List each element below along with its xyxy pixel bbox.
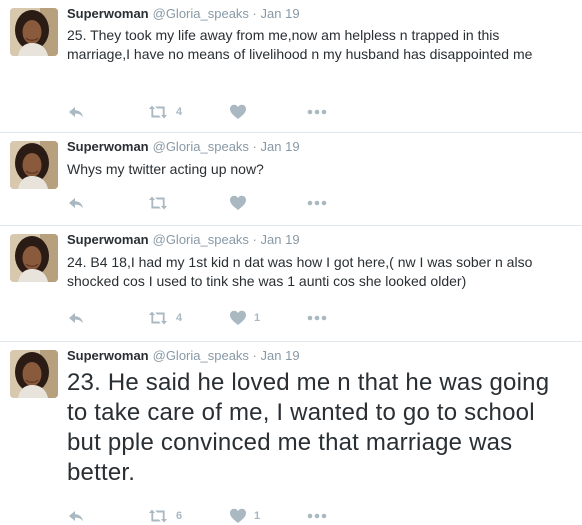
tweet-header: Superwoman @Gloria_speaks · Jan 19 [67,348,300,363]
retweet-button[interactable] [147,194,176,212]
like-button[interactable] [229,194,254,212]
reply-button[interactable] [67,194,85,212]
tweet-4[interactable]: Superwoman @Gloria_speaks · Jan 19 23. He… [0,342,582,522]
separator: · [252,6,257,21]
author-name[interactable]: Superwoman [67,139,149,154]
author-name[interactable]: Superwoman [67,6,149,21]
reply-button[interactable] [67,309,85,327]
more-dots-icon [306,507,328,525]
tweet-1[interactable]: Superwoman @Gloria_speaks · Jan 19 25. Th… [0,0,582,133]
author-handle[interactable]: @Gloria_speaks [153,139,249,154]
tweet-header: Superwoman @Gloria_speaks · Jan 19 [67,139,300,154]
more-button[interactable] [306,194,328,212]
more-dots-icon [306,103,328,121]
author-name[interactable]: Superwoman [67,232,149,247]
reply-icon [67,194,85,212]
author-handle[interactable]: @Gloria_speaks [153,348,249,363]
tweet-text: Whys my twitter acting up now? [67,161,264,177]
like-count: 1 [254,312,261,324]
tweet-date[interactable]: Jan 19 [261,232,300,247]
tweet-header: Superwoman @Gloria_speaks · Jan 19 [67,232,300,247]
like-button[interactable] [229,103,254,121]
retweet-icon [147,309,169,327]
tweet-date[interactable]: Jan 19 [261,139,300,154]
author-handle[interactable]: @Gloria_speaks [153,232,249,247]
retweet-button[interactable]: 4 [147,309,182,327]
reply-button[interactable] [67,103,85,121]
tweet-date[interactable]: Jan 19 [261,348,300,363]
more-dots-icon [306,309,328,327]
like-button[interactable]: 1 [229,507,260,525]
tweet-header: Superwoman @Gloria_speaks · Jan 19 [67,6,300,21]
retweet-icon [147,103,169,121]
tweet-date[interactable]: Jan 19 [261,6,300,21]
like-button[interactable]: 1 [229,309,260,327]
separator: · [252,139,257,154]
tweet-2[interactable]: Superwoman @Gloria_speaks · Jan 19 Whys m… [0,133,582,226]
tweet-text: 24. B4 18,I had my 1st kid n dat was how… [67,254,533,289]
retweet-count: 4 [176,106,183,118]
author-name[interactable]: Superwoman [67,348,149,363]
reply-icon [67,507,85,525]
retweet-button[interactable]: 4 [147,103,182,121]
retweet-count: 4 [176,312,183,324]
reply-icon [67,103,85,121]
separator: · [252,348,257,363]
author-handle[interactable]: @Gloria_speaks [153,6,249,21]
more-button[interactable] [306,507,328,525]
more-button[interactable] [306,309,328,327]
like-heart-icon [229,507,247,525]
separator: · [252,232,257,247]
retweet-count: 6 [176,510,183,522]
reply-button[interactable] [67,507,85,525]
avatar[interactable] [10,141,58,189]
retweet-button[interactable]: 6 [147,507,182,525]
retweet-icon [147,194,169,212]
more-dots-icon [306,194,328,212]
like-count: 1 [254,510,261,522]
avatar[interactable] [10,234,58,282]
more-button[interactable] [306,103,328,121]
reply-icon [67,309,85,327]
tweet-text: 23. He said he loved me n that he was go… [67,369,550,486]
tweet-3[interactable]: Superwoman @Gloria_speaks · Jan 19 24. B4… [0,226,582,342]
avatar[interactable] [10,8,58,56]
like-heart-icon [229,309,247,327]
retweet-icon [147,507,169,525]
avatar[interactable] [10,350,58,398]
tweet-text: 25. They took my life away from me,now a… [67,27,533,62]
like-heart-icon [229,103,247,121]
like-heart-icon [229,194,247,212]
